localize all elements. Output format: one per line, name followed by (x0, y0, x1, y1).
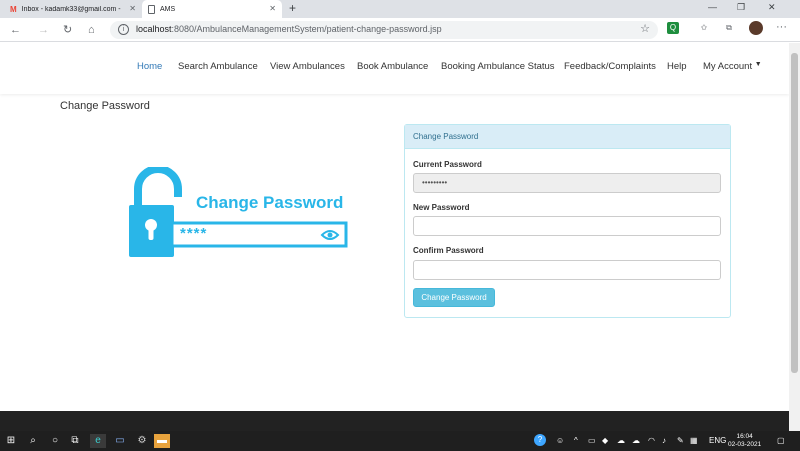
nav-home[interactable]: Home (137, 61, 162, 72)
tab-title: Inbox - kadamk33@gmail.com - (21, 5, 121, 13)
windows-taskbar: ⊞ ⌕ ○ ⧉ e ▭ ⚙ ▬ ? ☺ ^ ▭ ◆ ☁ ☁ ◠ ♪ ✎ ▦ EN… (0, 431, 800, 451)
gmail-icon: M (10, 4, 17, 14)
site-navbar: Home Search Ambulance View Ambulances Bo… (0, 43, 789, 94)
search-icon[interactable]: ⌕ (26, 434, 40, 448)
panel-heading: Change Password (405, 125, 730, 149)
confirm-password-field[interactable] (413, 260, 721, 280)
windows-start-icon[interactable]: ⊞ (4, 434, 18, 448)
browser-toolbar: ← → ↻ ⌂ i localhost:8080/AmbulanceManage… (0, 18, 800, 42)
page-icon (148, 4, 155, 14)
close-icon[interactable]: ✕ (129, 4, 136, 13)
address-bar[interactable]: i localhost:8080/AmbulanceManagementSyst… (110, 21, 658, 39)
page-viewport: Home Search Ambulance View Ambulances Bo… (0, 43, 789, 431)
current-password-field[interactable]: ••••••••• (413, 173, 721, 193)
close-icon[interactable]: ✕ (269, 4, 276, 13)
url-text: localhost:8080/AmbulanceManagementSystem… (136, 24, 442, 34)
masked-password: **** (180, 225, 208, 242)
illustration-title: Change Password (196, 193, 344, 212)
info-icon[interactable]: i (118, 24, 129, 35)
caret-down-icon: ▼ (754, 61, 762, 68)
favorites-icon[interactable]: ✩ (698, 22, 710, 34)
new-password-field[interactable] (413, 216, 721, 236)
new-tab-icon[interactable]: + (289, 1, 296, 15)
nav-book-ambulance[interactable]: Book Ambulance (357, 61, 428, 72)
close-window-icon[interactable]: ✕ (768, 2, 776, 13)
terminal-icon[interactable]: ▭ (112, 434, 128, 448)
keyboard-icon[interactable]: ▦ (690, 436, 698, 445)
page-title: Change Password (60, 100, 150, 112)
tab-title: AMS (160, 5, 176, 13)
nav-help[interactable]: Help (667, 61, 687, 72)
page-scrollbar[interactable] (789, 43, 800, 431)
back-icon[interactable]: ← (10, 22, 21, 38)
current-password-label: Current Password (413, 160, 482, 169)
extension-icon[interactable]: Q (667, 22, 679, 34)
more-menu-icon[interactable]: ··· (776, 21, 787, 33)
language-indicator[interactable]: ENG (709, 436, 726, 445)
battery-icon[interactable]: ▭ (588, 436, 596, 445)
file-explorer-icon[interactable]: ▬ (154, 434, 170, 448)
new-password-label: New Password (413, 203, 470, 212)
cloud-icon[interactable]: ☁ (632, 436, 640, 445)
collections-icon[interactable]: ⧉ (723, 22, 735, 34)
change-password-illustration: Change Password **** (126, 165, 350, 257)
nav-feedback[interactable]: Feedback/Complaints (564, 61, 656, 72)
nav-my-account[interactable]: My Account ▼ (703, 61, 762, 72)
settings-gear-icon[interactable]: ⚙ (134, 434, 150, 448)
clock-time: 16:04 (736, 433, 753, 440)
chevron-up-icon[interactable]: ^ (574, 436, 578, 445)
nav-my-account-label: My Account (703, 61, 753, 72)
scrollbar-thumb[interactable] (791, 53, 798, 373)
change-password-button[interactable]: Change Password (413, 288, 495, 307)
minimize-icon[interactable]: — (708, 2, 717, 12)
clock-date: 02-03-2021 (728, 441, 762, 448)
change-password-panel: Change Password Current Password •••••••… (404, 124, 731, 318)
cortana-icon[interactable]: ○ (48, 434, 62, 448)
favorite-star-icon[interactable]: ☆ (640, 22, 650, 35)
nav-search-ambulance[interactable]: Search Ambulance (178, 61, 258, 72)
nav-booking-status[interactable]: Booking Ambulance Status (441, 61, 555, 72)
notifications-icon[interactable]: ▢ (777, 436, 785, 445)
reload-icon[interactable]: ↻ (63, 22, 72, 38)
nav-view-ambulances[interactable]: View Ambulances (270, 61, 345, 72)
forward-icon[interactable]: → (38, 22, 49, 38)
tab-gmail[interactable]: M Inbox - kadamk33@gmail.com - ✕ (4, 0, 142, 18)
pen-icon[interactable]: ✎ (677, 436, 684, 445)
page-footer (0, 411, 789, 431)
task-view-icon[interactable]: ⧉ (68, 434, 82, 448)
browser-tab-bar: M Inbox - kadamk33@gmail.com - ✕ AMS ✕ +… (0, 0, 800, 18)
home-icon[interactable]: ⌂ (88, 22, 95, 38)
wifi-icon[interactable]: ◠ (648, 436, 655, 445)
dropbox-icon[interactable]: ◆ (602, 436, 608, 445)
help-icon[interactable]: ? (534, 434, 546, 446)
volume-icon[interactable]: ♪ (662, 436, 666, 445)
confirm-password-label: Confirm Password (413, 246, 484, 255)
people-icon[interactable]: ☺ (556, 436, 564, 445)
profile-avatar[interactable] (749, 21, 763, 35)
tab-ams[interactable]: AMS ✕ (142, 0, 282, 18)
clock[interactable]: 16:04 02-03-2021 (728, 433, 761, 449)
edge-icon[interactable]: e (90, 434, 106, 448)
onedrive-icon[interactable]: ☁ (617, 436, 625, 445)
restore-icon[interactable]: ❐ (737, 2, 745, 13)
